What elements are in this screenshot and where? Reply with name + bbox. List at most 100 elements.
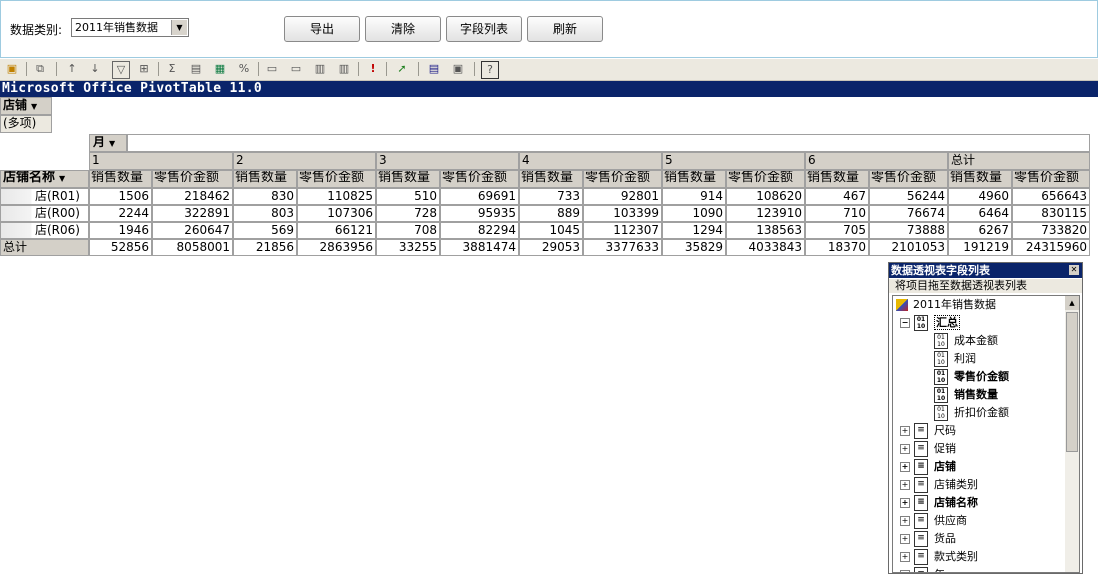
- hide-details-icon[interactable]: ▥: [312, 61, 328, 77]
- expand-icon[interactable]: +: [900, 534, 910, 544]
- month-header[interactable]: 4: [519, 152, 662, 170]
- column-field-button[interactable]: 月 ▼: [89, 134, 127, 152]
- chevron-down-icon[interactable]: ▼: [31, 102, 37, 111]
- dimension-field-icon: ≡: [914, 495, 928, 511]
- measure-header[interactable]: 零售价金额: [297, 170, 376, 188]
- totals-group[interactable]: −01 10 汇总: [900, 314, 960, 332]
- dimension-field-label: 促销: [934, 442, 956, 455]
- dimension-field[interactable]: + ≡ 货品: [900, 530, 956, 548]
- refresh-button[interactable]: 刷新: [527, 16, 603, 42]
- value-cell: 92801: [583, 188, 662, 205]
- month-header[interactable]: 2: [233, 152, 376, 170]
- row-field-button[interactable]: 店铺名称 ▼: [0, 170, 89, 188]
- clear-button[interactable]: 清除: [365, 16, 441, 42]
- measure-header[interactable]: 零售价金额: [440, 170, 519, 188]
- measure-field[interactable]: 01 10 销售数量: [934, 386, 998, 404]
- dimension-field-icon: ≡: [914, 423, 928, 439]
- measure-header[interactable]: 销售数量: [89, 170, 152, 188]
- export-button[interactable]: 导出: [284, 16, 360, 42]
- show-details-icon[interactable]: ▥: [336, 61, 352, 77]
- dimension-field-icon: ≡: [914, 567, 928, 572]
- measure-header[interactable]: 销售数量: [662, 170, 726, 188]
- field-tree-root-label: 2011年销售数据: [913, 298, 996, 311]
- collapse-icon[interactable]: ▭: [264, 61, 280, 77]
- chevron-down-icon[interactable]: ▼: [171, 20, 187, 35]
- month-header[interactable]: 总计: [948, 152, 1090, 170]
- measure-field[interactable]: 01 10 零售价金额: [934, 368, 1009, 386]
- store-name-cell[interactable]: 店(R06): [0, 222, 89, 239]
- column-field-area: [127, 134, 1090, 152]
- measure-header[interactable]: 零售价金额: [1012, 170, 1090, 188]
- value-cell: 95935: [440, 205, 519, 222]
- scrollbar-thumb[interactable]: [1066, 312, 1078, 452]
- measure-field-label: 零售价金额: [954, 370, 1009, 383]
- autofilter-icon[interactable]: ▽: [112, 61, 130, 79]
- chevron-down-icon[interactable]: ▼: [59, 174, 65, 183]
- measure-header[interactable]: 销售数量: [805, 170, 869, 188]
- expand-icon[interactable]: +: [900, 426, 910, 436]
- subtotal-icon[interactable]: ▤: [188, 61, 204, 77]
- calculated-totals-icon[interactable]: ▦: [212, 61, 228, 77]
- measure-header[interactable]: 销售数量: [519, 170, 583, 188]
- collapse-icon[interactable]: −: [900, 318, 910, 328]
- field-list-panel: 数据透视表字段列表 ✕ 将项目拖至数据透视表列表 2011年销售数据 −01 10 汇…: [888, 262, 1083, 574]
- month-header[interactable]: 3: [376, 152, 519, 170]
- month-header[interactable]: 5: [662, 152, 805, 170]
- category-select[interactable]: 2011年销售数据 ▼: [71, 18, 189, 37]
- value-cell: 56244: [869, 188, 948, 205]
- month-header[interactable]: 6: [805, 152, 948, 170]
- measure-header[interactable]: 销售数量: [233, 170, 297, 188]
- dimension-field[interactable]: + ≡ 店铺: [900, 458, 956, 476]
- expand-icon[interactable]: +: [900, 516, 910, 526]
- field-tree-root[interactable]: 2011年销售数据: [896, 296, 996, 314]
- measure-header[interactable]: 零售价金额: [152, 170, 233, 188]
- show-as-icon[interactable]: %: [236, 61, 252, 77]
- dimension-field[interactable]: + ≡ 年: [900, 566, 945, 572]
- store-name-cell[interactable]: 店(R00): [0, 205, 89, 222]
- show-top-bottom-icon[interactable]: ⊞: [136, 61, 152, 77]
- dimension-field[interactable]: + ≡ 尺码: [900, 422, 956, 440]
- top-control-bar: 数据类别: 2011年销售数据 ▼ 导出 清除 字段列表 刷新: [0, 0, 1098, 58]
- field-list-button[interactable]: 字段列表: [446, 16, 522, 42]
- value-cell: 29053: [519, 239, 583, 256]
- measure-field[interactable]: 01 10 折扣价金额: [934, 404, 1009, 422]
- expand-icon[interactable]: +: [900, 444, 910, 454]
- dimension-field[interactable]: + ≡ 款式类别: [900, 548, 978, 566]
- filter-field-label: 店铺: [3, 98, 28, 112]
- store-name-cell[interactable]: 店(R01): [0, 188, 89, 205]
- chevron-down-icon[interactable]: ▼: [109, 139, 115, 148]
- total-row-label[interactable]: 总计: [0, 239, 89, 256]
- expand-icon[interactable]: ▭: [288, 61, 304, 77]
- sort-descending-icon[interactable]: ↓: [87, 61, 103, 77]
- autocalc-icon[interactable]: Σ: [164, 61, 180, 77]
- help-icon[interactable]: ?: [481, 61, 499, 79]
- scroll-up-icon[interactable]: ▲: [1065, 296, 1079, 310]
- office-logo-icon[interactable]: ▣: [4, 61, 20, 77]
- measure-header[interactable]: 销售数量: [376, 170, 440, 188]
- expand-icon[interactable]: +: [900, 552, 910, 562]
- measure-field[interactable]: 01 10 成本金额: [934, 332, 998, 350]
- measure-header[interactable]: 零售价金额: [869, 170, 948, 188]
- filter-field-button[interactable]: 店铺 ▼: [0, 97, 52, 115]
- sort-ascending-icon[interactable]: ↑: [64, 61, 80, 77]
- scrollbar[interactable]: ▲: [1065, 296, 1079, 572]
- dimension-field[interactable]: + ≡ 供应商: [900, 512, 967, 530]
- measure-header[interactable]: 零售价金额: [726, 170, 805, 188]
- expand-icon[interactable]: +: [900, 570, 910, 572]
- expand-icon[interactable]: +: [900, 462, 910, 472]
- dimension-field[interactable]: + ≡ 促销: [900, 440, 956, 458]
- month-header[interactable]: 1: [89, 152, 233, 170]
- field-list-icon[interactable]: ▤: [426, 61, 442, 77]
- measure-header[interactable]: 销售数量: [948, 170, 1012, 188]
- expand-icon[interactable]: +: [900, 480, 910, 490]
- command-options-icon[interactable]: ▣: [450, 61, 466, 77]
- dimension-field[interactable]: + ≡ 店铺类别: [900, 476, 978, 494]
- close-icon[interactable]: ✕: [1069, 265, 1079, 275]
- measure-field[interactable]: 01 10 利润: [934, 350, 976, 368]
- refresh-data-icon[interactable]: !: [365, 61, 381, 77]
- copy-icon[interactable]: ⧉: [32, 61, 48, 77]
- export-excel-icon[interactable]: ➚: [394, 61, 410, 77]
- measure-header[interactable]: 零售价金额: [583, 170, 662, 188]
- expand-icon[interactable]: +: [900, 498, 910, 508]
- dimension-field[interactable]: + ≡ 店铺名称: [900, 494, 978, 512]
